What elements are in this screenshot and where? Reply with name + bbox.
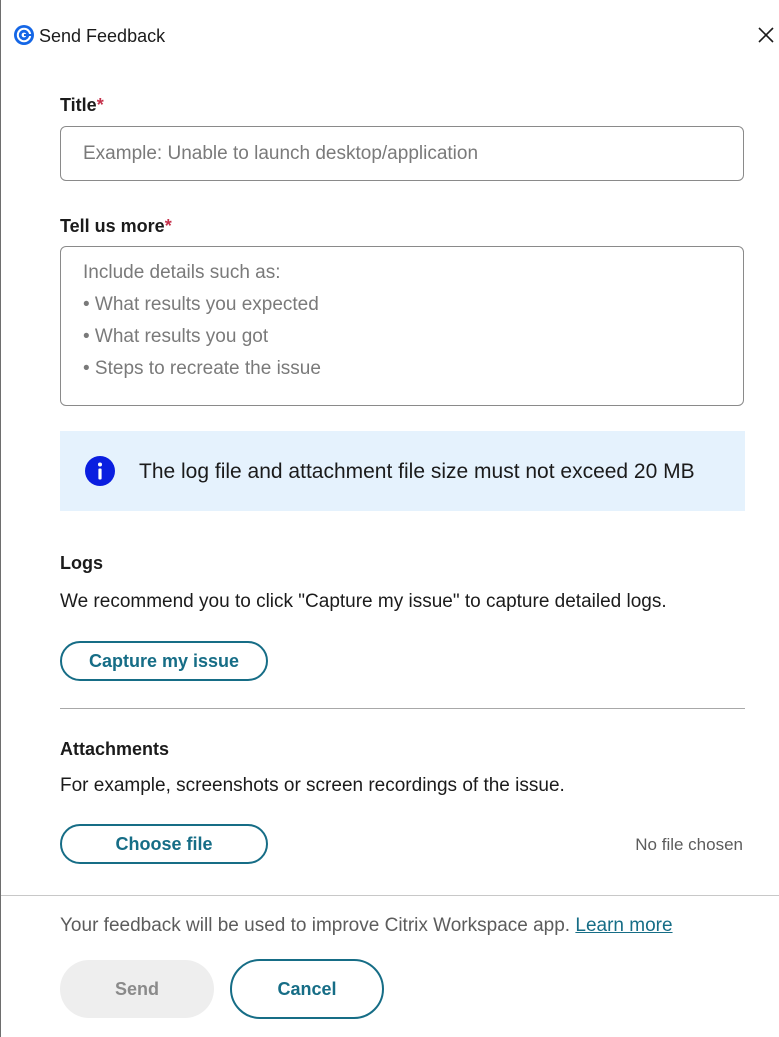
logs-description: We recommend you to click "Capture my is… <box>60 591 667 612</box>
section-divider <box>60 708 745 709</box>
footer-notice-text: Your feedback will be used to improve Ci… <box>60 915 571 936</box>
choose-file-button[interactable]: Choose file <box>60 824 268 864</box>
tell-us-more-label: Tell us more* <box>60 215 172 237</box>
citrix-logo-icon <box>14 25 34 45</box>
title-input[interactable] <box>60 126 744 181</box>
tell-us-more-label-text: Tell us more <box>60 216 165 236</box>
send-button[interactable]: Send <box>60 960 214 1018</box>
attachments-description: For example, screenshots or screen recor… <box>60 775 565 796</box>
file-size-info-banner: The log file and attachment file size mu… <box>60 431 745 511</box>
details-textarea[interactable]: Include details such as: • What results … <box>60 246 744 406</box>
title-label: Title* <box>60 94 104 116</box>
logs-heading: Logs <box>60 553 103 573</box>
required-mark: * <box>164 216 172 236</box>
attachments-heading: Attachments <box>60 739 170 759</box>
send-feedback-window: Send Feedback Title* Tell us more* Inclu… <box>0 0 779 1037</box>
cancel-button[interactable]: Cancel <box>230 959 384 1019</box>
placeholder-line: • What results you got <box>83 326 269 347</box>
placeholder-line: Include details such as: <box>83 262 281 283</box>
info-icon <box>85 456 115 486</box>
close-icon[interactable] <box>753 22 779 48</box>
window-title: Send Feedback <box>39 26 166 46</box>
footer-notice: Your feedback will be used to improve Ci… <box>60 914 673 938</box>
placeholder-line: • What results you expected <box>83 294 319 315</box>
placeholder-line: • Steps to recreate the issue <box>83 358 321 379</box>
capture-my-issue-button[interactable]: Capture my issue <box>60 641 268 681</box>
learn-more-link[interactable]: Learn more <box>575 915 672 936</box>
title-label-text: Title <box>60 95 97 115</box>
footer-divider <box>1 895 779 896</box>
info-banner-text: The log file and attachment file size mu… <box>139 460 695 483</box>
file-chosen-status: No file chosen <box>635 835 743 854</box>
required-mark: * <box>96 95 104 115</box>
title-bar: Send Feedback <box>1 0 779 70</box>
